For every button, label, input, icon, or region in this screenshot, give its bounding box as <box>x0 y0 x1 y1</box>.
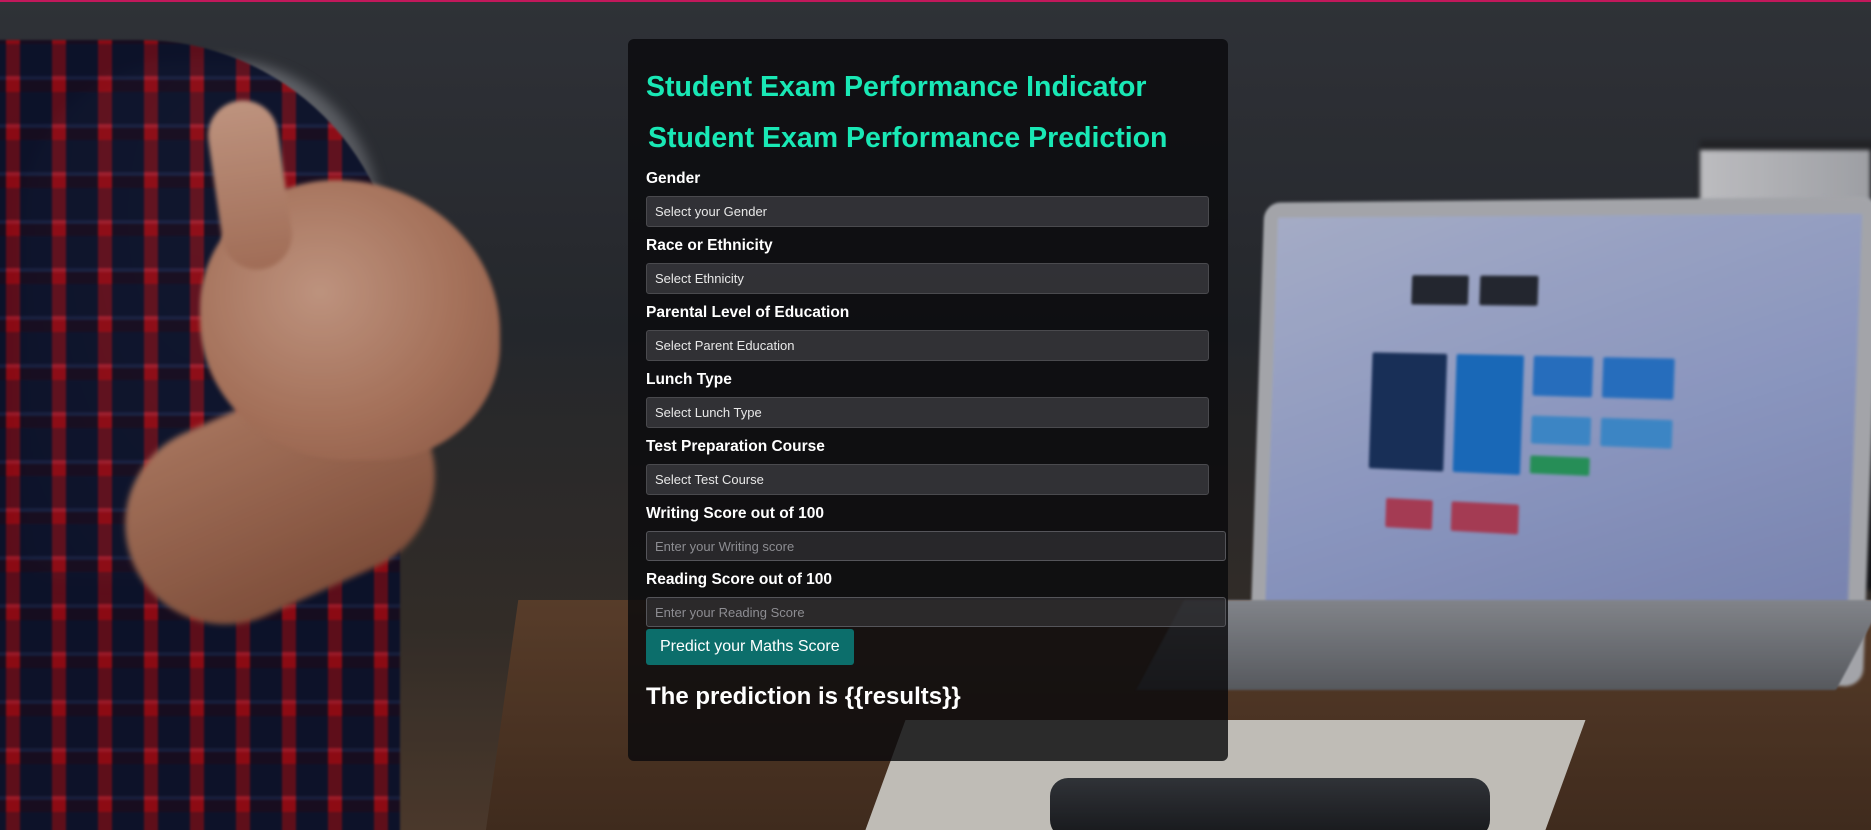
test-prep-select[interactable]: Select Test Course <box>646 464 1209 495</box>
gender-field-group: Gender Select your Gender <box>646 170 1210 227</box>
prediction-result: The prediction is {{results}} <box>646 683 961 710</box>
reading-score-input[interactable] <box>646 597 1226 627</box>
ethnicity-label: Race or Ethnicity <box>646 237 773 254</box>
lunch-label: Lunch Type <box>646 371 732 388</box>
writing-score-label: Writing Score out of 100 <box>646 505 824 522</box>
ethnicity-field-group: Race or Ethnicity Select Ethnicity <box>646 237 1210 294</box>
reading-score-label: Reading Score out of 100 <box>646 571 833 588</box>
test-prep-field-group: Test Preparation Course Select Test Cour… <box>646 438 1210 495</box>
lunch-select[interactable]: Select Lunch Type <box>646 397 1209 428</box>
gender-label: Gender <box>646 170 701 187</box>
test-prep-label: Test Preparation Course <box>646 438 825 455</box>
parental-education-label: Parental Level of Education <box>646 304 850 321</box>
page-title: Student Exam Performance Indicator <box>646 71 1147 103</box>
predict-button[interactable]: Predict your Maths Score <box>646 629 854 665</box>
lunch-field-group: Lunch Type Select Lunch Type <box>646 371 1210 428</box>
parental-education-field-group: Parental Level of Education Select Paren… <box>646 304 1210 361</box>
parental-education-select[interactable]: Select Parent Education <box>646 330 1209 361</box>
prediction-form: Gender Select your Gender Race or Ethnic… <box>646 170 1226 665</box>
ethnicity-select[interactable]: Select Ethnicity <box>646 263 1209 294</box>
writing-score-input[interactable] <box>646 531 1226 561</box>
reading-score-field-group: Reading Score out of 100 <box>646 571 1226 627</box>
form-title: Student Exam Performance Prediction <box>648 121 1168 154</box>
gender-select[interactable]: Select your Gender <box>646 196 1209 227</box>
prediction-form-card: Student Exam Performance Indicator Stude… <box>628 39 1228 761</box>
writing-score-field-group: Writing Score out of 100 <box>646 505 1226 561</box>
